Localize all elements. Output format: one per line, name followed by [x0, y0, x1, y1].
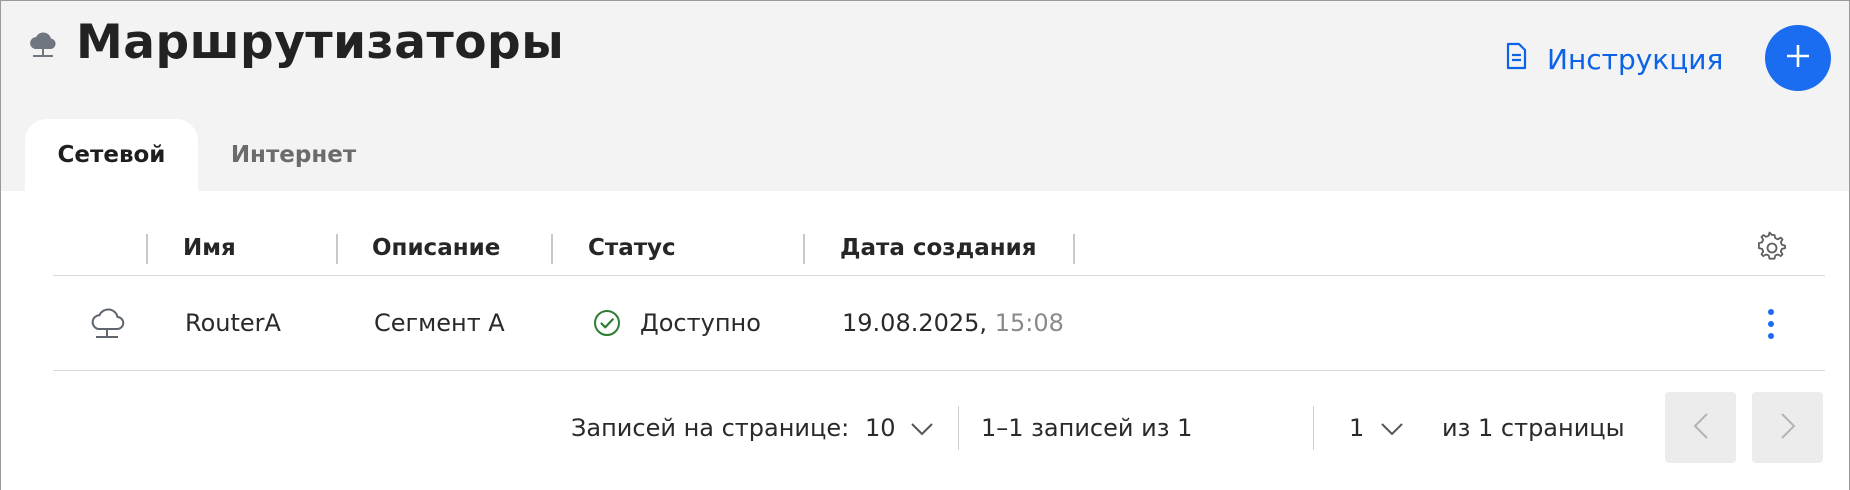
chevron-left-icon — [1693, 412, 1709, 444]
column-header-status[interactable]: Статус — [588, 233, 676, 263]
row-name[interactable]: RouterA — [185, 306, 281, 340]
per-page-value: 10 — [865, 414, 896, 442]
chevron-right-icon — [1780, 412, 1796, 444]
column-separator[interactable] — [1073, 234, 1075, 264]
range-text: 1–1 записей из 1 — [981, 414, 1193, 442]
column-separator[interactable] — [336, 234, 338, 264]
page-title: Маршрутизаторы — [76, 15, 565, 70]
guide-link[interactable]: Инструкция — [1501, 39, 1723, 79]
row-status: Доступно — [640, 309, 761, 337]
next-page-button[interactable] — [1752, 392, 1823, 463]
column-separator[interactable] — [146, 234, 148, 264]
gear-icon[interactable] — [1755, 231, 1789, 265]
prev-page-button[interactable] — [1665, 392, 1736, 463]
cloud-network-icon — [87, 303, 127, 343]
chevron-down-icon — [910, 414, 934, 442]
more-options-icon[interactable] — [1759, 305, 1783, 343]
guide-link-label: Инструкция — [1547, 42, 1724, 76]
column-separator[interactable] — [803, 234, 805, 264]
document-icon — [1501, 41, 1531, 78]
column-header-name[interactable]: Имя — [183, 233, 236, 263]
row-divider — [53, 370, 1825, 371]
pager-divider — [958, 406, 959, 450]
row-time: 15:08 — [994, 309, 1064, 337]
cloud-network-icon — [27, 29, 59, 61]
pages-text: из 1 страницы — [1442, 414, 1625, 442]
tab-internet[interactable]: Интернет — [201, 119, 386, 191]
column-header-description[interactable]: Описание — [372, 233, 500, 263]
header-divider — [53, 275, 1825, 276]
plus-icon — [1783, 41, 1813, 75]
column-header-created[interactable]: Дата создания — [840, 233, 1037, 263]
add-router-button[interactable] — [1765, 25, 1831, 91]
row-description: Сегмент А — [374, 309, 505, 337]
tab-network[interactable]: Сетевой — [25, 119, 198, 191]
per-page-label: Записей на странице: — [571, 414, 850, 442]
page-select[interactable]: 1 — [1349, 410, 1404, 446]
pager-divider — [1313, 406, 1314, 450]
column-separator[interactable] — [551, 234, 553, 264]
per-page-select[interactable]: 10 — [865, 410, 934, 446]
chevron-down-icon — [1380, 414, 1404, 442]
page-value: 1 — [1349, 414, 1365, 442]
check-circle-icon — [593, 309, 621, 337]
row-date: 19.08.2025, — [842, 309, 988, 337]
row-created: 19.08.2025, 15:08 — [842, 306, 1064, 340]
